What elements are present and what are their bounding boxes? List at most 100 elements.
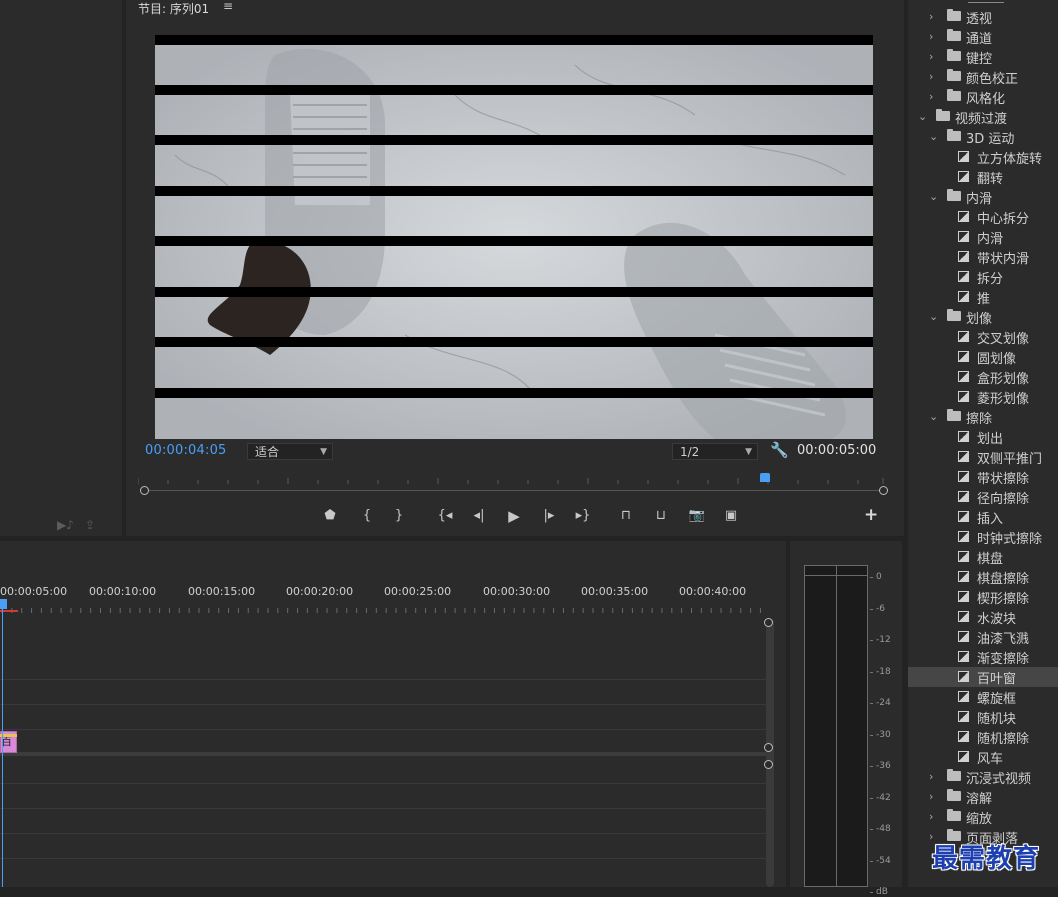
scroll-handle-top[interactable] — [764, 618, 773, 627]
chevron-down-icon[interactable]: ⌄ — [929, 190, 938, 203]
multicam-icon[interactable]: ▣ — [720, 505, 742, 527]
effects-folder[interactable]: › 风格化 — [908, 87, 1058, 107]
zoom-handle-right[interactable] — [879, 486, 888, 495]
track-row[interactable] — [0, 784, 766, 809]
effect-item[interactable]: 插入 — [908, 507, 1058, 527]
chevron-right-icon[interactable]: › — [929, 30, 933, 43]
scrub-ruler[interactable] — [138, 470, 884, 486]
effect-item[interactable]: 水波块 — [908, 607, 1058, 627]
audio-export-icon[interactable]: ▶♪ — [57, 518, 74, 532]
effect-item[interactable]: 棋盘 — [908, 547, 1058, 567]
chevron-right-icon[interactable]: › — [929, 90, 933, 103]
effects-folder[interactable]: › 透视 — [908, 7, 1058, 27]
marker-icon[interactable]: ⬟ — [319, 505, 341, 527]
chevron-down-icon[interactable]: ⌄ — [929, 130, 938, 143]
effect-item[interactable]: 翻转 — [908, 167, 1058, 187]
track-row[interactable] — [0, 834, 766, 859]
extract-icon[interactable]: ⊔ — [650, 505, 672, 527]
tree-label: 划出 — [977, 432, 1004, 447]
effects-folder[interactable]: › 键控 — [908, 47, 1058, 67]
effects-folder[interactable]: › 缩放 — [908, 807, 1058, 827]
effect-item[interactable]: 棋盘擦除 — [908, 567, 1058, 587]
fit-select[interactable]: 适合 ▼ — [247, 443, 333, 460]
track-row[interactable] — [0, 680, 766, 705]
effects-folder[interactable]: › 沉浸式视频 — [908, 767, 1058, 787]
effect-item[interactable]: 随机擦除 — [908, 727, 1058, 747]
effect-item[interactable]: 带状擦除 — [908, 467, 1058, 487]
effect-item[interactable]: 立方体旋转 — [908, 147, 1058, 167]
effect-item[interactable]: 盒形划像 — [908, 367, 1058, 387]
effect-item[interactable]: 中心拆分 — [908, 207, 1058, 227]
effect-item[interactable]: 百叶窗 — [908, 667, 1058, 687]
quality-select[interactable]: 1/2 ▼ — [672, 443, 758, 460]
track-row[interactable] — [0, 809, 766, 834]
effect-item[interactable]: 内滑 — [908, 227, 1058, 247]
effect-item[interactable]: 划出 — [908, 427, 1058, 447]
effects-folder[interactable]: › 通道 — [908, 27, 1058, 47]
lift-icon[interactable]: ⊓ — [615, 505, 637, 527]
track-row[interactable] — [0, 759, 766, 784]
effect-item[interactable]: 径向擦除 — [908, 487, 1058, 507]
effect-item[interactable]: 菱形划像 — [908, 387, 1058, 407]
play-icon[interactable]: ▶ — [503, 505, 525, 527]
effects-folder[interactable]: › 颜色校正 — [908, 67, 1058, 87]
export-frame-icon[interactable]: ⇪ — [85, 518, 95, 532]
effect-item[interactable]: 风车 — [908, 747, 1058, 767]
zoom-bar[interactable] — [144, 490, 884, 491]
blind-stripe — [155, 186, 873, 196]
track-divider[interactable] — [0, 752, 766, 756]
zoom-handle-left[interactable] — [140, 486, 149, 495]
effects-panel: › 透视 › 通道 › 键控 › 颜色校正 › 风格化 ⌄ 视频过渡 ⌄ 3D 运动 立方体旋转 翻转 ⌄ 内滑中… — [908, 0, 1058, 887]
effect-item[interactable]: 拆分 — [908, 267, 1058, 287]
step-forward-icon[interactable]: |▸ — [538, 505, 560, 527]
go-to-in-icon[interactable]: {◂ — [434, 505, 456, 527]
effect-item[interactable]: 螺旋框 — [908, 687, 1058, 707]
scroll-handle[interactable] — [764, 760, 773, 769]
chevron-right-icon[interactable]: › — [929, 70, 933, 83]
plus-icon[interactable]: + — [864, 505, 878, 525]
effect-item[interactable]: 渐变擦除 — [908, 647, 1058, 667]
go-to-out-icon[interactable]: ▸} — [572, 505, 594, 527]
effect-item[interactable]: 交叉划像 — [908, 327, 1058, 347]
effect-item[interactable]: 楔形擦除 — [908, 587, 1058, 607]
track-row[interactable] — [0, 655, 766, 680]
transition-icon — [958, 611, 969, 622]
current-timecode[interactable]: 00:00:04:05 — [145, 443, 227, 458]
effects-folder[interactable]: ⌄ 擦除 — [908, 407, 1058, 427]
step-back-icon[interactable]: ◂| — [468, 505, 490, 527]
effect-item[interactable]: 带状内滑 — [908, 247, 1058, 267]
panel-title[interactable]: 节目: 序列01 — [138, 0, 209, 17]
effects-folder[interactable]: ⌄ 划像 — [908, 307, 1058, 327]
effects-folder[interactable]: ⌄ 内滑 — [908, 187, 1058, 207]
wrench-icon[interactable]: 🔧 — [770, 441, 789, 459]
effects-folder[interactable]: ⌄ 视频过渡 — [908, 107, 1058, 127]
scroll-handle[interactable] — [764, 743, 773, 752]
out-point-icon[interactable]: } — [388, 505, 410, 527]
chevron-right-icon[interactable]: › — [929, 790, 933, 803]
playhead-line[interactable] — [2, 601, 3, 887]
effect-item[interactable]: 油漆飞溅 — [908, 627, 1058, 647]
effects-folder[interactable]: ⌄ 3D 运动 — [908, 127, 1058, 147]
in-point-icon[interactable]: { — [356, 505, 378, 527]
effect-item[interactable]: 时钟式擦除 — [908, 527, 1058, 547]
chevron-right-icon[interactable]: › — [929, 10, 933, 23]
tree-label: 沉浸式视频 — [966, 772, 1032, 787]
effect-item[interactable]: 推 — [908, 287, 1058, 307]
chevron-down-icon[interactable]: ⌄ — [929, 410, 938, 423]
chevron-right-icon[interactable]: › — [929, 50, 933, 63]
vertical-scrollbar[interactable] — [766, 619, 774, 887]
chevron-right-icon[interactable]: › — [929, 770, 933, 783]
effect-item[interactable]: 圆划像 — [908, 347, 1058, 367]
effects-folder[interactable]: › 溶解 — [908, 787, 1058, 807]
effect-item[interactable]: 双侧平推门 — [908, 447, 1058, 467]
video-preview — [155, 35, 873, 439]
chevron-right-icon[interactable]: › — [929, 810, 933, 823]
chevron-down-icon[interactable]: ⌄ — [929, 310, 938, 323]
playhead-marker[interactable] — [760, 473, 770, 482]
effect-item[interactable]: 随机块 — [908, 707, 1058, 727]
hamburger-icon[interactable]: ≡ — [223, 0, 233, 13]
camera-icon[interactable]: 📷 — [686, 505, 708, 527]
playhead-marker[interactable] — [0, 599, 7, 609]
chevron-down-icon[interactable]: ⌄ — [918, 110, 927, 123]
track-row[interactable] — [0, 705, 766, 730]
